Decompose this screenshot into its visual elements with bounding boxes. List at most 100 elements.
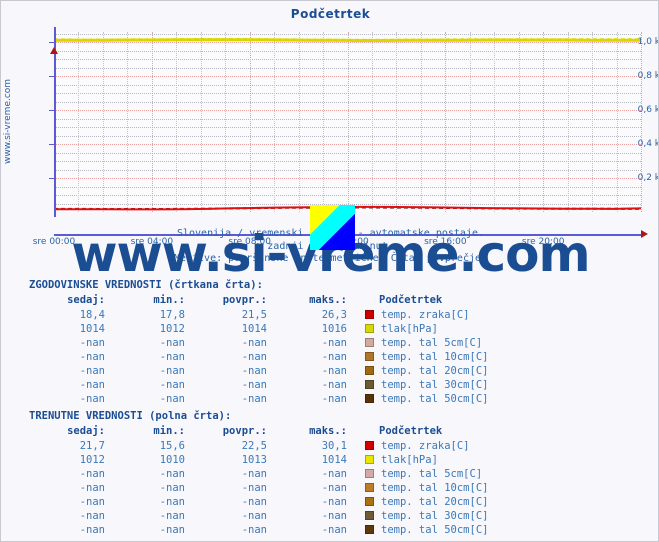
table-row: -nan -nan -nan -nan temp. tal 10cm[C] [29, 481, 489, 495]
cell-maks: -nan [321, 468, 347, 480]
header-povpr: povpr.: [222, 294, 267, 306]
table-row: 18,4 17,8 21,5 26,3 temp. zraka[C] [29, 308, 488, 322]
legend-entry: temp. tal 30cm[C] [347, 509, 488, 523]
cell-povpr: -nan [241, 496, 267, 508]
cell-sedaj: 1014 [79, 323, 105, 335]
y-tick-mark [49, 76, 54, 78]
legend-color-swatch [365, 310, 374, 319]
table-row: 1012 1010 1013 1014 tlak[hPa] [29, 453, 488, 467]
cell-min: -nan [159, 393, 185, 405]
legend-entry: temp. zraka[C] [347, 308, 488, 322]
historical-values-block: ZGODOVINSKE VREDNOSTI (črtkana črta): se… [29, 279, 649, 406]
cell-sedaj: -nan [79, 468, 105, 480]
legend-color-swatch [365, 352, 374, 361]
legend-color-swatch [365, 497, 374, 506]
legend-label: temp. tal 10cm[C] [381, 482, 489, 494]
cell-min: 1010 [159, 454, 185, 466]
legend-color-swatch [365, 469, 374, 478]
cell-sedaj: -nan [79, 482, 105, 494]
cell-sedaj: -nan [79, 393, 105, 405]
table-header-row: sedaj: min.: povpr.: maks.: Podčetrtek [29, 425, 488, 439]
legend-entry: tlak[hPa] [347, 453, 488, 467]
historical-values-table: sedaj: min.: povpr.: maks.: Podčetrtek 1… [29, 294, 488, 406]
legend-label: tlak[hPa] [381, 323, 438, 335]
legend-entry: temp. tal 50cm[C] [347, 392, 488, 406]
legend-label: temp. tal 5cm[C] [381, 468, 483, 480]
legend-color-swatch [365, 455, 374, 464]
cell-povpr: 21,5 [241, 309, 267, 321]
historical-table-body: 18,4 17,8 21,5 26,3 temp. zraka[C] 1014 1012 10… [29, 308, 489, 406]
cell-min: -nan [159, 337, 185, 349]
cell-povpr: -nan [241, 482, 267, 494]
legend-entry: temp. tal 30cm[C] [347, 378, 488, 392]
current-table-body: 21,7 15,6 22,5 30,1 temp. zraka[C] 1012 1010 10… [29, 439, 489, 537]
gridline-major-vertical [641, 32, 642, 212]
cell-sedaj: 1012 [79, 454, 105, 466]
table-row: 1014 1012 1014 1016 tlak[hPa] [29, 322, 488, 336]
cell-maks: 26,3 [321, 309, 347, 321]
y-tick-label: 0,4 k [637, 139, 659, 150]
legend-label: temp. tal 30cm[C] [381, 379, 489, 391]
legend-color-swatch [365, 380, 374, 389]
header-maks: maks.: [309, 294, 347, 306]
cell-maks: -nan [321, 337, 347, 349]
y-tick-mark [49, 178, 54, 180]
legend-entry: temp. tal 10cm[C] [347, 481, 488, 495]
cell-min: -nan [159, 468, 185, 480]
current-values-block: TRENUTNE VREDNOSTI (polna črta): sedaj: … [29, 410, 649, 537]
y-tick-label: 0,8 k [637, 71, 659, 82]
y-tick-mark [49, 144, 54, 146]
cell-sedaj: -nan [79, 379, 105, 391]
cell-sedaj: -nan [79, 337, 105, 349]
legend-entry: temp. tal 20cm[C] [347, 364, 488, 378]
cell-maks: 30,1 [321, 440, 347, 452]
chart-grid [54, 32, 642, 212]
cell-maks: 1016 [321, 323, 347, 335]
cell-maks: -nan [321, 351, 347, 363]
cell-min: -nan [159, 365, 185, 377]
cell-min: -nan [159, 524, 185, 536]
cell-povpr: -nan [241, 510, 267, 522]
header-min: min.: [153, 294, 185, 306]
legend-label: temp. tal 10cm[C] [381, 351, 489, 363]
legend-entry: temp. tal 20cm[C] [347, 495, 488, 509]
cell-maks: -nan [321, 496, 347, 508]
legend-label: temp. tal 50cm[C] [381, 524, 489, 536]
cell-sedaj: -nan [79, 496, 105, 508]
table-row: -nan -nan -nan -nan temp. tal 50cm[C] [29, 523, 489, 537]
cell-povpr: 22,5 [241, 440, 267, 452]
cell-maks: -nan [321, 510, 347, 522]
si-vreme-logo-icon [310, 205, 355, 250]
cell-povpr: 1014 [241, 323, 267, 335]
legend-color-swatch [365, 511, 374, 520]
legend-entry: temp. zraka[C] [347, 439, 488, 453]
cell-sedaj: -nan [79, 510, 105, 522]
chart-plot-area: 0,2 k 0,4 k 0,6 k 0,8 k 1,0 k sre 00:00 sre 04… [1, 23, 659, 250]
chart-series-line [54, 38, 641, 42]
legend-label: temp. tal 50cm[C] [381, 393, 489, 405]
cell-povpr: -nan [241, 393, 267, 405]
legend-label: tlak[hPa] [381, 454, 438, 466]
y-tick-label: 0,6 k [637, 105, 659, 116]
y-tick-mark [49, 110, 54, 112]
header-povpr: povpr.: [222, 425, 267, 437]
header-sedaj: sedaj: [67, 425, 105, 437]
cell-povpr: -nan [241, 351, 267, 363]
legend-label: temp. tal 20cm[C] [381, 496, 489, 508]
legend-color-swatch [365, 525, 374, 534]
legend-color-swatch [365, 338, 374, 347]
header-station: Podčetrtek [379, 294, 443, 306]
cell-maks: -nan [321, 365, 347, 377]
cell-povpr: -nan [241, 337, 267, 349]
header-min: min.: [153, 425, 185, 437]
legend-label: temp. zraka[C] [381, 440, 470, 452]
cell-povpr: -nan [241, 468, 267, 480]
y-axis [54, 27, 56, 217]
header-station: Podčetrtek [379, 425, 443, 437]
cell-povpr: -nan [241, 365, 267, 377]
cell-sedaj: -nan [79, 524, 105, 536]
table-row: -nan -nan -nan -nan temp. tal 30cm[C] [29, 378, 489, 392]
legend-color-swatch [365, 483, 374, 492]
cell-maks: 1014 [321, 454, 347, 466]
header-maks: maks.: [309, 425, 347, 437]
